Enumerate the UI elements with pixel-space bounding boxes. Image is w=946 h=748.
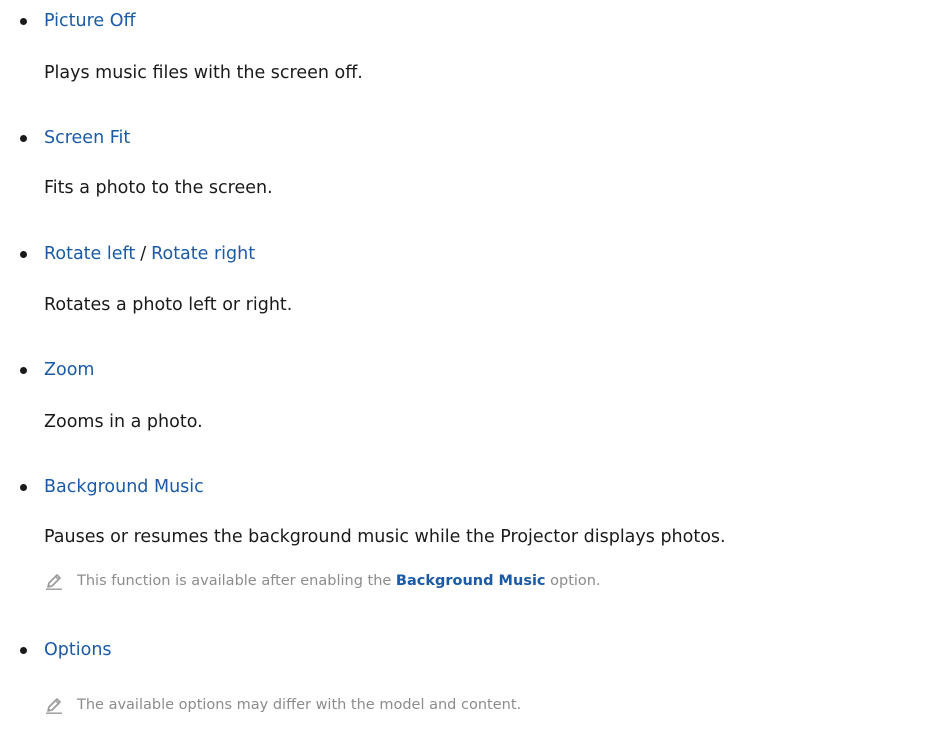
- bullet-dot: [20, 367, 27, 374]
- item-title-separator: /: [140, 244, 147, 264]
- item-title-rotate: Rotate left / Rotate right: [44, 243, 255, 265]
- item-title-screen-fit: Screen Fit: [44, 128, 131, 148]
- note-text-after: option.: [550, 573, 601, 589]
- item-description-background-music: Pauses or resumes the background music w…: [44, 527, 726, 547]
- help-page: Picture Off Plays music files with the s…: [0, 0, 946, 748]
- pencil-icon: [46, 698, 62, 714]
- item-title-options: Options: [44, 640, 112, 660]
- bullet-dot: [20, 18, 27, 25]
- bullet-dot: [20, 135, 27, 142]
- item-description-screen-fit: Fits a photo to the screen.: [44, 178, 273, 198]
- note-text-options: The available options may differ with th…: [77, 697, 522, 713]
- item-title-zoom: Zoom: [44, 360, 95, 380]
- item-title-picture-off: Picture Off: [44, 11, 136, 31]
- note-highlight: Background Music: [395, 573, 546, 589]
- bullet-dot: [20, 484, 27, 491]
- item-title-background-music: Background Music: [44, 477, 204, 497]
- bullet-dot: [20, 647, 27, 654]
- item-description-picture-off: Plays music files with the screen off.: [44, 63, 363, 83]
- note-text-background-music: This function is available after enablin…: [77, 571, 601, 591]
- item-description-rotate: Rotates a photo left or right.: [44, 295, 293, 315]
- item-description-zoom: Zooms in a photo.: [44, 412, 203, 432]
- note-text-before: This function is available after enablin…: [77, 573, 392, 589]
- pencil-icon: [46, 574, 62, 590]
- bullet-dot: [20, 251, 27, 258]
- item-title-rotate-right: Rotate right: [151, 244, 256, 264]
- item-title-rotate-left: Rotate left: [44, 244, 136, 264]
